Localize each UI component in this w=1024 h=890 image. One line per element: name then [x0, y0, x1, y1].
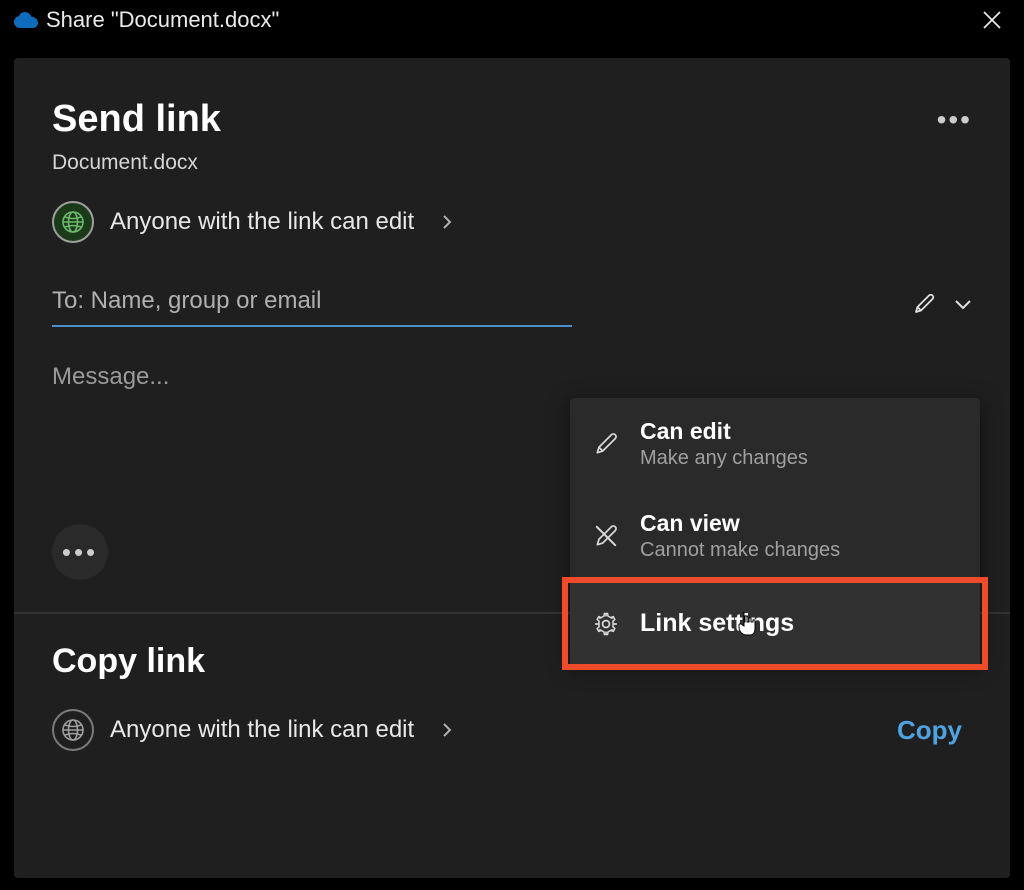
more-options-button[interactable]: •••: [937, 104, 972, 136]
chevron-down-icon: [954, 298, 972, 310]
permission-text: Anyone with the link can edit: [110, 208, 414, 236]
dropdown-item-can-edit[interactable]: Can edit Make any changes: [570, 398, 980, 490]
dropdown-item-can-view[interactable]: Can view Cannot make changes: [570, 490, 980, 582]
permission-toggle[interactable]: [912, 292, 972, 316]
link-settings-label: Link settings: [640, 609, 794, 638]
dropdown-label: Can edit: [640, 418, 808, 445]
pencil-icon: [912, 292, 936, 316]
dropdown-description: Make any changes: [640, 447, 808, 470]
copy-link-row: Anyone with the link can edit Copy: [52, 709, 972, 751]
pencil-slash-icon: [592, 523, 620, 549]
dropdown-label: Can view: [640, 510, 840, 537]
copy-permission-text[interactable]: Anyone with the link can edit: [110, 716, 414, 744]
filename-label: Document.docx: [14, 151, 1010, 197]
recipient-row: [14, 271, 1010, 327]
globe-icon: [52, 201, 94, 243]
dropdown-item-link-settings[interactable]: Link settings: [570, 583, 980, 664]
window-title: Share "Document.docx": [46, 7, 279, 33]
permission-dropdown: Can edit Make any changes Can view Canno…: [570, 398, 980, 664]
titlebar: Share "Document.docx": [0, 0, 1024, 40]
gear-icon: [592, 611, 620, 637]
share-dialog: Send link ••• Document.docx Anyone with …: [14, 58, 1010, 878]
dialog-heading: Send link: [52, 98, 221, 141]
more-actions-button[interactable]: •••: [52, 524, 108, 580]
globe-icon: [52, 709, 94, 751]
dropdown-description: Cannot make changes: [640, 539, 840, 562]
close-button[interactable]: [974, 10, 1010, 30]
cloud-icon: [14, 12, 36, 28]
chevron-right-icon: [442, 214, 452, 230]
permission-selector[interactable]: Anyone with the link can edit: [14, 197, 1010, 271]
pencil-icon: [592, 431, 620, 457]
copy-button[interactable]: Copy: [897, 715, 972, 746]
chevron-right-icon: [442, 722, 452, 738]
recipient-input[interactable]: [52, 281, 572, 327]
dialog-header: Send link •••: [14, 58, 1010, 151]
